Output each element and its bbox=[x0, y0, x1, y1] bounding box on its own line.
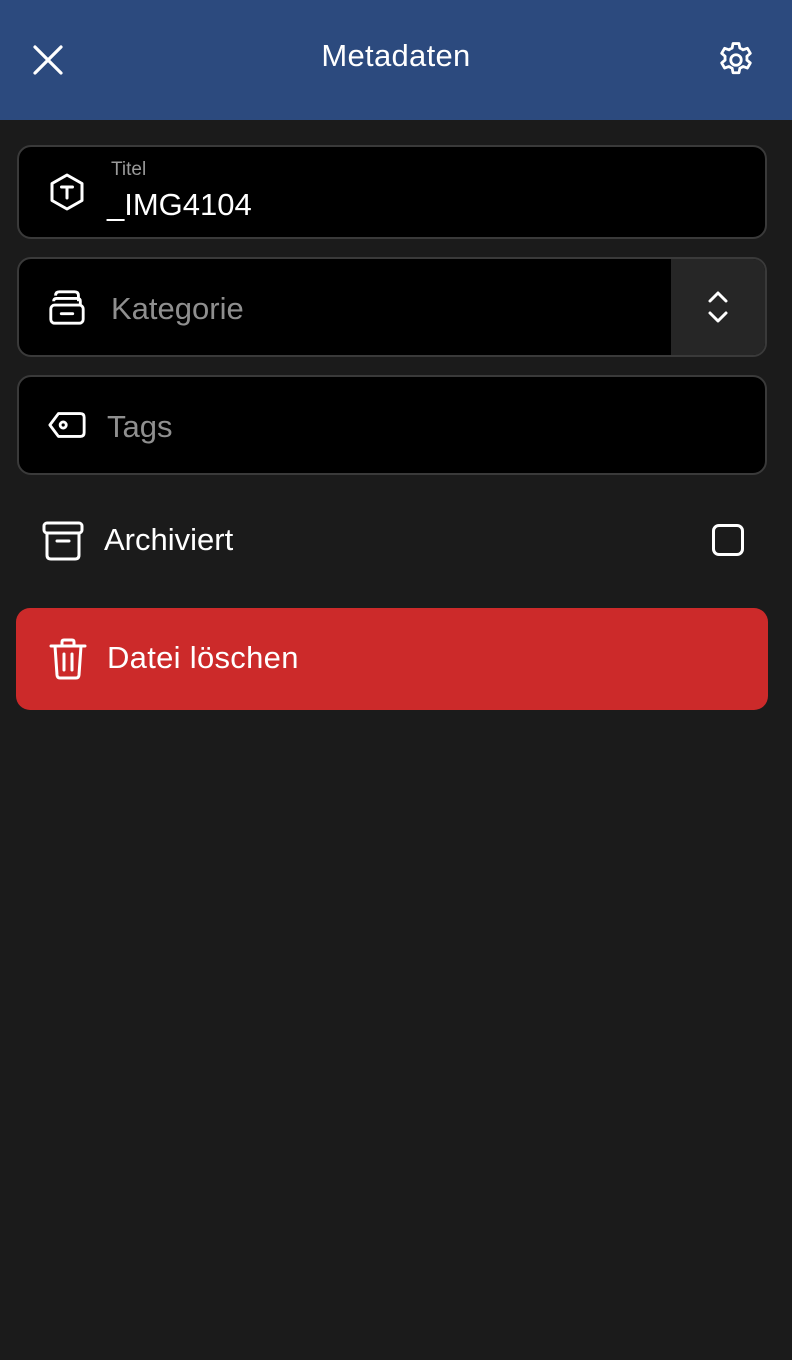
archive-checkbox[interactable] bbox=[712, 524, 744, 556]
chevron-up-down-icon bbox=[708, 291, 728, 323]
delete-file-label: Datei löschen bbox=[107, 640, 299, 675]
tags-placeholder: Tags bbox=[107, 409, 173, 444]
tags-field[interactable]: Tags bbox=[17, 375, 767, 475]
delete-file-button[interactable]: Datei löschen bbox=[16, 608, 768, 710]
trash-icon bbox=[46, 637, 90, 681]
category-placeholder: Kategorie bbox=[111, 291, 244, 326]
title-hexagon-icon bbox=[47, 172, 87, 212]
archive-row[interactable]: Archiviert bbox=[17, 500, 767, 580]
page-title: Metadaten bbox=[321, 38, 471, 73]
gear-icon bbox=[720, 42, 752, 75]
category-select[interactable]: Kategorie bbox=[17, 257, 767, 357]
title-field[interactable]: Titel _IMG4104 bbox=[17, 145, 767, 239]
title-field-label: Titel bbox=[111, 159, 147, 180]
metadata-screen: Metadaten Titel _IMG4104 Kategorie Tags … bbox=[0, 0, 792, 1360]
tag-icon bbox=[47, 405, 87, 445]
title-field-value[interactable]: _IMG4104 bbox=[107, 187, 252, 223]
archive-label: Archiviert bbox=[104, 522, 234, 557]
archive-box-icon bbox=[41, 519, 85, 563]
category-stepper-button[interactable] bbox=[671, 259, 765, 355]
settings-button[interactable] bbox=[712, 36, 760, 84]
category-stack-icon bbox=[47, 287, 87, 327]
app-header: Metadaten bbox=[0, 0, 792, 120]
